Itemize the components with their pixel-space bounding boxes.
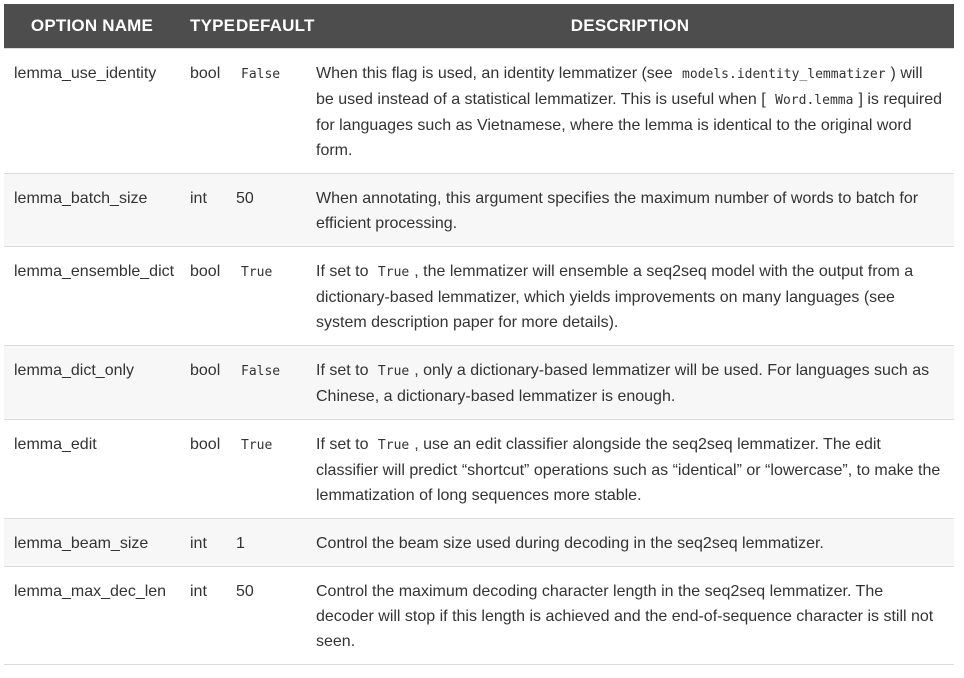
option-name-cell: lemma_use_identity (4, 48, 180, 174)
option-default-cell: 1 (226, 518, 306, 567)
description-text: If set to (316, 263, 373, 280)
option-default-cell: False (226, 345, 306, 420)
header-default: DEFAULT (226, 4, 314, 49)
default-value: True (241, 438, 273, 453)
inline-code: True (377, 265, 410, 280)
default-value: False (241, 67, 281, 82)
options-table: OPTION NAME TYPE DEFAULT DESCRIPTION lem… (4, 4, 954, 665)
default-value: 1 (236, 535, 245, 552)
option-default-cell: 50 (226, 173, 306, 247)
option-description-cell: If set to True, use an edit classifier a… (306, 419, 954, 519)
table-row: lemma_beam_size int 1 Control the beam size… (4, 518, 954, 567)
option-description-cell: When annotating, this argument specifies… (306, 173, 954, 247)
option-description-cell: When this flag is used, an identity lemm… (306, 48, 954, 174)
table-row: lemma_batch_size int 50 When annotating, th… (4, 173, 954, 247)
option-description-cell: Control the maximum decoding character l… (306, 566, 954, 665)
table-row: lemma_edit bool True If set to True, use an… (4, 419, 954, 519)
inline-code: True (377, 438, 410, 453)
header-type: TYPE (180, 4, 235, 49)
header-row: OPTION NAME TYPE DEFAULT DESCRIPTION (4, 4, 954, 49)
options-table-container: OPTION NAME TYPE DEFAULT DESCRIPTION lem… (4, 4, 954, 665)
option-name-cell: lemma_max_dec_len (4, 566, 180, 665)
option-type-cell: bool (180, 246, 226, 346)
table-row: lemma_ensemble_dict bool True If set to Tru… (4, 246, 954, 346)
inline-code: models.identity_lemmatizer (682, 67, 886, 82)
table-header: OPTION NAME TYPE DEFAULT DESCRIPTION (4, 4, 954, 49)
default-value: False (241, 364, 281, 379)
table-body: lemma_use_identity bool False When this fla… (4, 48, 954, 665)
option-name-cell: lemma_ensemble_dict (4, 246, 180, 346)
option-type-cell: int (180, 566, 226, 665)
description-text: When this flag is used, an identity lemm… (316, 65, 678, 82)
option-description-cell: If set to True, the lemmatizer will ense… (306, 246, 954, 346)
option-name-cell: lemma_edit (4, 419, 180, 519)
table-row: lemma_dict_only bool False If set to True, … (4, 345, 954, 420)
option-default-cell: 50 (226, 566, 306, 665)
option-default-cell: False (226, 48, 306, 174)
option-type-cell: bool (180, 48, 226, 174)
option-name-cell: lemma_batch_size (4, 173, 180, 247)
option-default-cell: True (226, 419, 306, 519)
option-description-cell: Control the beam size used during decodi… (306, 518, 954, 567)
option-type-cell: int (180, 518, 226, 567)
default-value: 50 (236, 190, 254, 207)
option-default-cell: True (226, 246, 306, 346)
option-type-cell: bool (180, 419, 226, 519)
option-type-cell: int (180, 173, 226, 247)
description-text: Control the maximum decoding character l… (316, 583, 934, 650)
option-name-cell: lemma_dict_only (4, 345, 180, 420)
inline-code: Word.lemma (775, 93, 854, 108)
header-option-name: OPTION NAME (4, 4, 180, 49)
description-text: Control the beam size used during decodi… (316, 535, 824, 552)
inline-code: True (377, 364, 410, 379)
description-text: When annotating, this argument specifies… (316, 190, 919, 232)
default-value: True (241, 265, 273, 280)
table-row: lemma_max_dec_len int 50 Control the maximu… (4, 566, 954, 665)
description-text: If set to (316, 362, 373, 379)
description-text: If set to (316, 436, 373, 453)
header-description: DESCRIPTION (306, 4, 954, 49)
option-type-cell: bool (180, 345, 226, 420)
default-value: 50 (236, 583, 254, 600)
table-row: lemma_use_identity bool False When this fla… (4, 48, 954, 174)
option-description-cell: If set to True, only a dictionary-based … (306, 345, 954, 420)
option-name-cell: lemma_beam_size (4, 518, 180, 567)
